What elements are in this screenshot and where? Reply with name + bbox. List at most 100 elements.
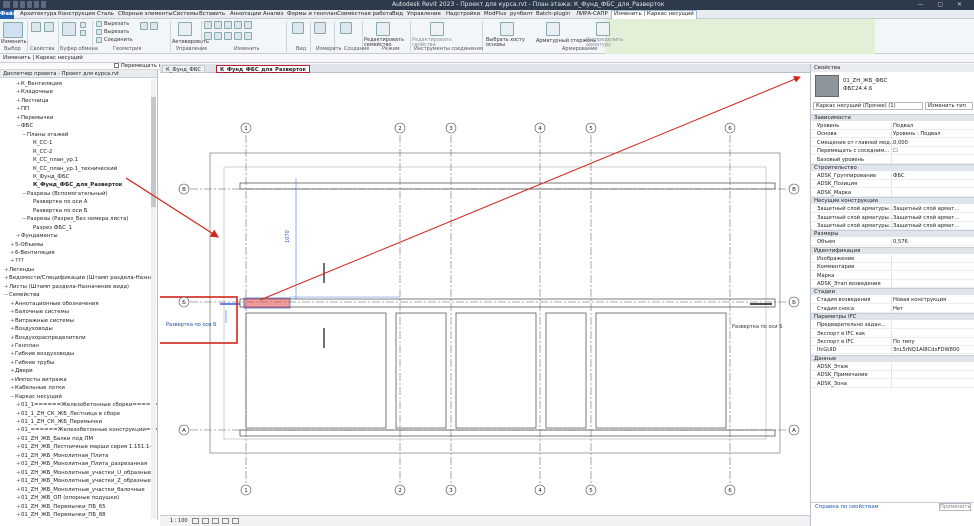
tab-lira[interactable]: ЛИРА-САПР — [576, 11, 608, 17]
app-logo-icon[interactable] — [3, 1, 10, 8]
rotate-icon[interactable] — [224, 32, 232, 40]
move-with-nearby-checkbox[interactable] — [114, 63, 119, 68]
undo-icon[interactable] — [27, 1, 32, 8]
browser-item[interactable]: +Кабельные лотки — [10, 385, 65, 391]
browser-item[interactable]: +Витражные системы — [10, 318, 74, 324]
sun-path-icon[interactable] — [212, 518, 219, 524]
property-group-header[interactable]: Зависимости — [811, 114, 974, 121]
tab-annotate[interactable]: Аннотации — [230, 11, 261, 17]
grid-bubble-bottom[interactable]: 1 — [240, 484, 252, 496]
section-label-left[interactable]: Развертка по оси Б — [166, 322, 217, 328]
browser-item[interactable]: +01_1======Железобетонные сборки====== — [16, 402, 157, 408]
property-value[interactable]: 3nL5rNQ1AI8CdxFDW800 — [893, 347, 973, 353]
property-row[interactable]: Защитный слой арматуры... Защитный слой а… — [811, 222, 974, 230]
browser-item[interactable]: +01_ZН_ЖБ_Монолитная_Плита_разрезанная — [16, 461, 147, 467]
grid-bubble-top[interactable]: 5 — [585, 122, 597, 134]
property-value[interactable]: Подвал — [893, 123, 973, 129]
redo-icon[interactable] — [34, 1, 39, 8]
grid-bubble-bottom[interactable]: 6 — [724, 484, 736, 496]
selected-fbs-block[interactable] — [243, 297, 291, 309]
property-row[interactable]: Комментарии — [811, 263, 974, 272]
browser-item[interactable]: К_СС-1 — [28, 140, 52, 146]
browser-item[interactable]: +01_ZН_ЖБ_Перемычки_ПБ_88 — [16, 512, 106, 518]
tab-massing[interactable]: Формы и генплан — [287, 11, 337, 17]
browser-item[interactable]: +К_Вентиляция — [16, 81, 62, 87]
browser-item[interactable]: +Лестница — [16, 98, 48, 104]
file-tab[interactable]: Файл — [0, 10, 17, 19]
grid-bubble-top[interactable]: 1 — [240, 122, 252, 134]
grid-bubble-right[interactable]: А — [788, 424, 800, 436]
browser-item[interactable]: Разрез ФБС_1 — [28, 225, 72, 231]
browser-item[interactable]: +01_ZН_ЖБ_ОП (опорные подушки) — [16, 495, 119, 501]
browser-item[interactable]: +ПП — [16, 106, 29, 112]
browser-item[interactable]: +Листы (Штамп раздела-Назначение вида) — [4, 284, 129, 290]
property-value[interactable]: Нет — [893, 306, 973, 312]
modify-button[interactable] — [3, 22, 23, 38]
grid-bubble-right[interactable]: Б — [788, 296, 800, 308]
property-row[interactable]: ADSK_Этап возведения — [811, 280, 974, 288]
browser-item[interactable]: +01_ZН_ЖБ_Монолитные_участки_Z_образные — [16, 478, 151, 484]
browser-item[interactable]: +Балочные системы — [10, 309, 69, 315]
copy-icon[interactable] — [80, 30, 86, 36]
apply-button[interactable]: Применить — [939, 503, 971, 511]
property-value[interactable]: Защитный слой армат... — [893, 206, 973, 212]
property-group-header[interactable]: Данные — [811, 354, 974, 362]
tab-view-fbs[interactable]: К_Фунд_ФБС — [162, 65, 206, 73]
grid-bubble-left[interactable]: В — [178, 183, 190, 195]
tab-precast[interactable]: Сборные элементы — [118, 11, 173, 17]
property-row[interactable]: Защитный слой арматуры... Защитный слой а… — [811, 205, 974, 214]
browser-item[interactable]: +01_ZН_ЖБ_Монолитные_участки_балочные — [16, 487, 145, 493]
property-group-header[interactable]: Стадии — [811, 288, 974, 296]
property-group-header[interactable]: Размеры — [811, 230, 974, 238]
tab-structure[interactable]: Конструкция — [58, 11, 95, 17]
type-properties-icon[interactable] — [44, 22, 54, 32]
browser-item[interactable]: +Двери — [10, 368, 33, 374]
scroll-thumb[interactable] — [151, 97, 156, 207]
browser-item[interactable]: К_СС_план_ур.1_технический — [28, 166, 117, 172]
save-icon[interactable] — [20, 1, 25, 8]
mirror-axis-icon[interactable] — [234, 21, 242, 29]
property-row[interactable]: Изображение — [811, 254, 974, 263]
browser-item[interactable]: −Разрезы (Разрез_Без номера листа) — [22, 216, 129, 222]
crop-icon[interactable] — [232, 518, 239, 524]
browser-item[interactable]: +01_======Железобетонные конструкции====… — [16, 427, 157, 433]
window-controls[interactable]: — ▢ ✕ — [917, 1, 968, 8]
cut-geometry-button[interactable]: Вырезать — [104, 21, 129, 27]
browser-item[interactable]: +01_ZН_ЖБ_Балки под ЛМ — [16, 436, 93, 442]
property-row[interactable]: ADSK_Этаж — [811, 362, 974, 371]
grid-bubble-left[interactable]: Б — [178, 296, 190, 308]
property-value[interactable]: По типу — [893, 339, 973, 345]
property-row[interactable]: ADSK_Примечание — [811, 371, 974, 380]
property-value[interactable]: Защитный слой армат... — [893, 215, 973, 221]
view-icon[interactable] — [292, 22, 304, 34]
browser-item[interactable]: +01_ZН_ЖБ_Монолитные_участки_U_образные — [16, 470, 151, 476]
split-icon[interactable] — [244, 21, 252, 29]
align-icon[interactable] — [204, 21, 212, 29]
distribute-icon[interactable] — [596, 22, 610, 36]
property-row[interactable]: Объем 0,576 — [811, 238, 974, 247]
property-row[interactable]: Смещение от главной мод... 0,000 — [811, 138, 974, 147]
browser-item[interactable]: К_СС_план_ур.1 — [28, 157, 78, 163]
property-row[interactable]: Экспорт в IFC как — [811, 329, 974, 338]
tab-systems[interactable]: Системы — [173, 11, 198, 17]
grid-bubble-left[interactable]: А — [178, 424, 190, 436]
property-row[interactable]: Защитный слой арматуры... Защитный слой а… — [811, 213, 974, 222]
grid-bubble-bottom[interactable]: 3 — [445, 484, 457, 496]
browser-item[interactable]: −Разрезы (Вспомогательный) — [22, 191, 108, 197]
activate-icon[interactable] — [178, 22, 192, 36]
geometry-icon[interactable] — [140, 22, 148, 30]
tab-modplus[interactable]: ModPlus — [484, 11, 506, 17]
grid-bubble-right[interactable]: В — [788, 183, 800, 195]
drawing-canvas[interactable]: 1070 Развертка по оси Б Развертка по оси… — [153, 73, 810, 515]
browser-scrollbar[interactable] — [151, 79, 156, 519]
browser-item[interactable]: Развертка по оси А — [28, 199, 87, 205]
property-value[interactable]: 0,000 — [893, 140, 973, 146]
section-label-right[interactable]: Развертка по оси Б — [732, 324, 783, 330]
browser-item-selected[interactable]: К_Фунд_ФБС_для_Разверток — [28, 182, 122, 188]
browser-item[interactable]: +Аннотационные обозначения — [10, 301, 99, 307]
cut-button[interactable]: Вырезать — [104, 29, 129, 35]
grid-bubble-top[interactable]: 3 — [445, 122, 457, 134]
property-row[interactable]: ADSK_Зона — [811, 379, 974, 388]
grid-bubble-top[interactable]: 2 — [394, 122, 406, 134]
grid-bubble-top[interactable]: 4 — [534, 122, 546, 134]
